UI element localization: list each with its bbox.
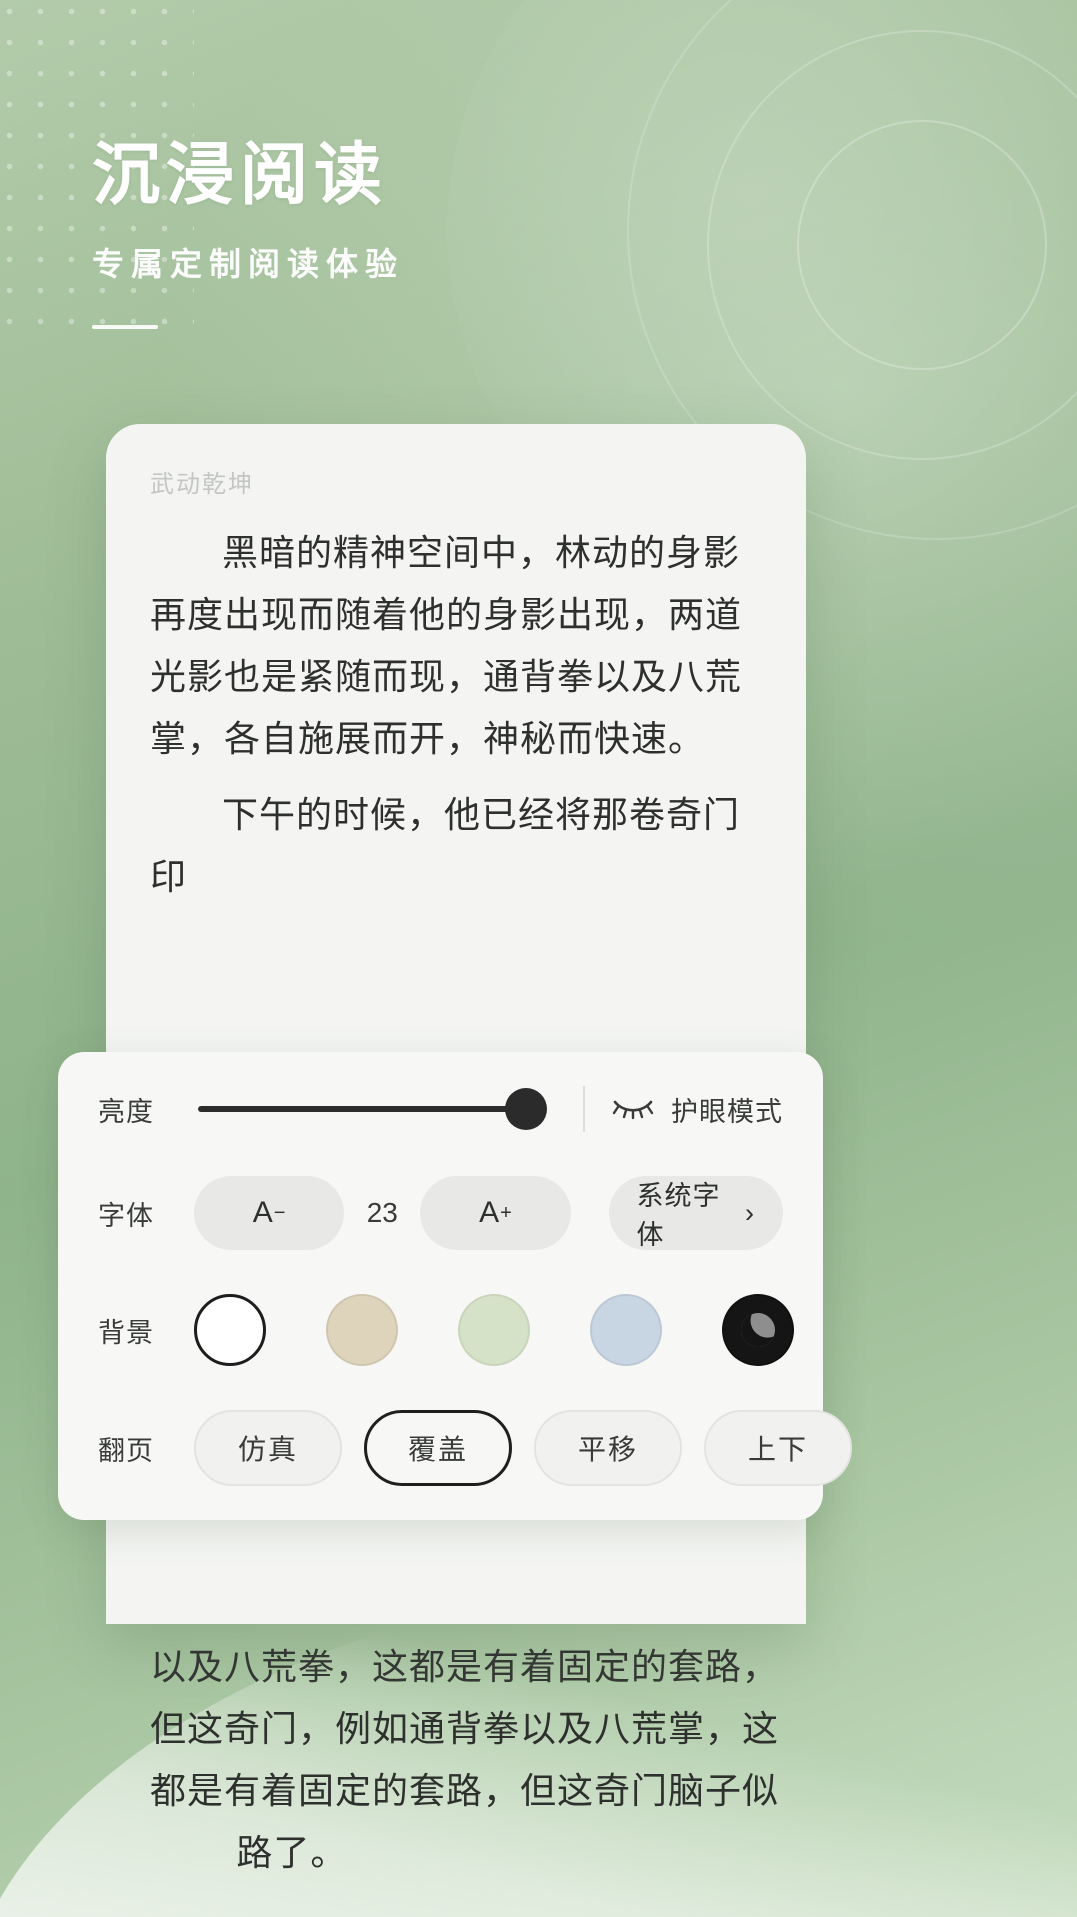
background-label: 背景 (98, 1317, 154, 1348)
background-swatch-blue[interactable] (590, 1294, 662, 1366)
book-title: 武动乾坤 (150, 471, 254, 498)
background-swatch-list (194, 1294, 794, 1366)
reader-body-text: 黑暗的精神空间中，林动的身影再度出现而随着他的身影出现，两道光影也是紧随而现，通… (150, 522, 766, 922)
page-turn-option-cover[interactable]: 覆盖 (364, 1410, 512, 1486)
font-size-decrease-button[interactable]: A − (194, 1176, 345, 1250)
brightness-slider-knob[interactable] (505, 1088, 547, 1130)
font-size-increase-button[interactable]: A + (420, 1176, 571, 1250)
reader-tail-line: 都是有着固定的套路，但这奇门脑子似 (150, 1770, 780, 1811)
reader-tail-line: 但这奇门，例如通背拳以及八荒掌，这 (150, 1708, 780, 1749)
font-decrease-letter: A (252, 1196, 273, 1229)
closed-eye-icon (611, 1094, 655, 1125)
title-underline-rule (92, 325, 158, 330)
brightness-slider-track[interactable] (198, 1106, 523, 1112)
reader-tail-text: 以及八荒拳，这都是有着固定的套路， 但这奇门，例如通背拳以及八荒掌，这 都是有着… (150, 1636, 971, 1884)
background-swatch-green[interactable] (458, 1294, 530, 1366)
hero-text-block: 沉浸阅读 专属定制阅读体验 (92, 137, 405, 330)
row-divider (583, 1086, 585, 1132)
background-swatch-beige[interactable] (326, 1294, 398, 1366)
font-family-selector[interactable]: 系统字体 › (608, 1176, 783, 1250)
page-title: 沉浸阅读 (92, 137, 389, 213)
page-turn-row: 翻页 仿真 覆盖 平移 上下 (98, 1410, 852, 1486)
chevron-right-icon: › (745, 1197, 755, 1228)
background-swatch-dark[interactable] (722, 1294, 794, 1366)
reader-paragraph: 黑暗的精神空间中，林动的身影再度出现而随着他的身影出现，两道光影也是紧随而现，通… (150, 532, 743, 759)
app-root: 沉浸阅读 专属定制阅读体验 武动乾坤 黑暗的精神空间中，林动的身影再度出现而随着… (0, 0, 1077, 1917)
font-increase-sign: + (500, 1201, 512, 1224)
font-size-value: 23 (366, 1197, 398, 1228)
page-turn-option-simulation[interactable]: 仿真 (194, 1410, 342, 1486)
page-turn-option-list: 仿真 覆盖 平移 上下 (194, 1410, 852, 1486)
brightness-label: 亮度 (98, 1096, 154, 1127)
page-subtitle: 专属定制阅读体验 (92, 246, 405, 283)
font-row: 字体 A − 23 A + 系统字体 › (98, 1176, 783, 1250)
background-row: 背景 (98, 1294, 794, 1366)
reader-settings-panel: 亮度 护眼模式 字体 A − 23 A + 系统字体 › 背景 翻页 仿真 覆盖… (58, 1052, 852, 1520)
eyecare-mode-toggle[interactable]: 护眼模式 (611, 1090, 783, 1129)
page-turn-option-pan[interactable]: 平移 (534, 1410, 682, 1486)
reader-tail-line: 路了。 (236, 1832, 348, 1873)
moon-icon (736, 1308, 780, 1352)
brightness-row: 亮度 护眼模式 (98, 1086, 783, 1132)
eye-ring-decoration-inner (797, 120, 1047, 370)
font-label: 字体 (98, 1200, 154, 1231)
page-turn-label: 翻页 (98, 1435, 154, 1466)
brightness-slider[interactable] (194, 1088, 557, 1130)
page-turn-option-vertical[interactable]: 上下 (704, 1410, 852, 1486)
background-swatch-white[interactable] (194, 1294, 266, 1366)
eyecare-mode-label: 护眼模式 (671, 1096, 783, 1127)
eye-ring-decoration-middle (707, 30, 1077, 460)
font-decrease-sign: − (273, 1201, 286, 1224)
reader-paragraph: 下午的时候，他已经将那卷奇门印 (150, 794, 741, 897)
font-increase-letter: A (479, 1196, 500, 1229)
font-family-label: 系统字体 (636, 1181, 721, 1250)
reader-tail-line: 以及八荒拳，这都是有着固定的套路， (150, 1646, 780, 1687)
